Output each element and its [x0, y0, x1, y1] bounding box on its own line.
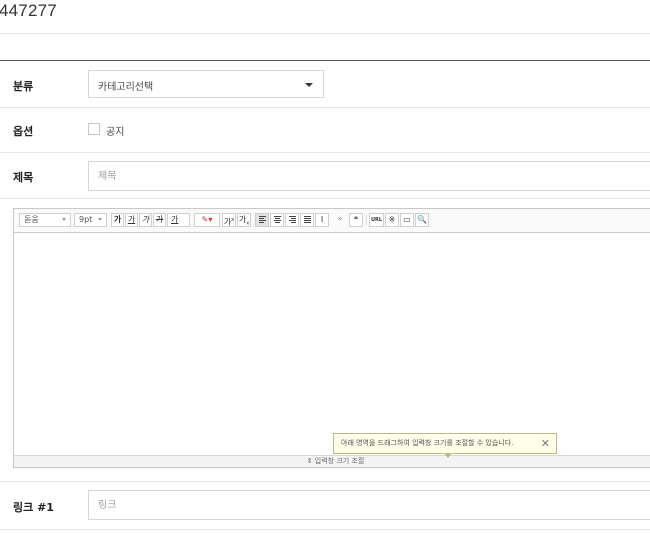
- link1-label: 링크 #1: [13, 501, 54, 514]
- row-divider: [0, 481, 650, 482]
- resize-tooltip-text: 아래 영역을 드래그하여 입력창 크기를 조절할 수 있습니다.: [341, 439, 514, 447]
- page-title: 447277: [0, 1, 57, 20]
- row-divider: [0, 198, 650, 199]
- category-label: 분류: [13, 80, 34, 93]
- italic-button[interactable]: 가: [139, 213, 152, 227]
- bold-button[interactable]: 가: [111, 213, 124, 227]
- close-icon[interactable]: ✕: [541, 434, 550, 453]
- superscript-button[interactable]: 가x: [222, 213, 236, 227]
- subject-label: 제목: [13, 171, 34, 184]
- align-right-icon: [289, 216, 296, 224]
- row-divider: [0, 152, 650, 153]
- special-char-button[interactable]: ※: [385, 213, 399, 227]
- font-family-select[interactable]: 돋움: [19, 213, 71, 227]
- align-justify-button[interactable]: [300, 213, 314, 227]
- text-color-button[interactable]: 가: [167, 213, 190, 227]
- align-center-icon: [274, 216, 281, 224]
- link-button[interactable]: URL: [369, 213, 384, 227]
- align-center-button[interactable]: [270, 213, 284, 227]
- editor-toolbar: 돋움 9pt 가 가 가 가 가 ✎▾ 가x 가x I » ❝ URL ※ ▭ …: [14, 209, 650, 233]
- options-label: 옵션: [13, 125, 34, 138]
- highlight-color-button[interactable]: ✎▾: [194, 213, 220, 227]
- chevron-down-icon: [62, 218, 66, 221]
- subscript-button[interactable]: 가x: [237, 213, 251, 227]
- find-replace-button[interactable]: 🔍: [415, 213, 429, 227]
- strikethrough-button[interactable]: 가: [153, 213, 166, 227]
- table-button[interactable]: ▭: [400, 213, 414, 227]
- highlighter-icon: ✎▾: [201, 215, 213, 224]
- notice-checkbox-label[interactable]: 공지: [106, 123, 124, 138]
- row-divider: [0, 107, 650, 108]
- align-left-icon: [259, 216, 266, 224]
- line-height-icon: I: [320, 215, 324, 224]
- chevron-down-icon: [98, 218, 102, 221]
- category-select[interactable]: 카테고리선택: [88, 70, 324, 98]
- more-tools-button[interactable]: »: [334, 213, 346, 227]
- tooltip-tail: [444, 453, 452, 458]
- editor-resize-handle[interactable]: ⇕ 입력창 크기 조절: [14, 455, 650, 467]
- align-left-button[interactable]: [255, 213, 269, 227]
- underline-button[interactable]: 가: [125, 213, 138, 227]
- subject-input[interactable]: [88, 161, 650, 191]
- line-height-button[interactable]: I: [315, 213, 329, 227]
- quote-button[interactable]: ❝: [349, 213, 363, 227]
- category-select-value: 카테고리선택: [98, 82, 154, 93]
- align-justify-icon: [304, 216, 311, 224]
- font-family-value: 돋움: [24, 215, 39, 224]
- chevron-down-icon: [305, 83, 313, 87]
- link1-input[interactable]: [88, 490, 650, 520]
- text-color-label: 가: [171, 215, 179, 224]
- row-divider: [0, 529, 650, 530]
- divider: [0, 33, 650, 34]
- rich-text-editor[interactable]: 돋움 9pt 가 가 가 가 가 ✎▾ 가x 가x I » ❝ URL ※ ▭ …: [13, 208, 650, 468]
- align-right-button[interactable]: [285, 213, 299, 227]
- notice-checkbox[interactable]: [88, 123, 100, 135]
- toolbar-separator: [366, 215, 367, 225]
- font-size-value: 9pt: [79, 215, 93, 224]
- resize-tooltip: 아래 영역을 드래그하여 입력창 크기를 조절할 수 있습니다. ✕: [333, 433, 557, 458]
- font-size-select[interactable]: 9pt: [74, 213, 107, 227]
- form-top-border: [0, 60, 650, 61]
